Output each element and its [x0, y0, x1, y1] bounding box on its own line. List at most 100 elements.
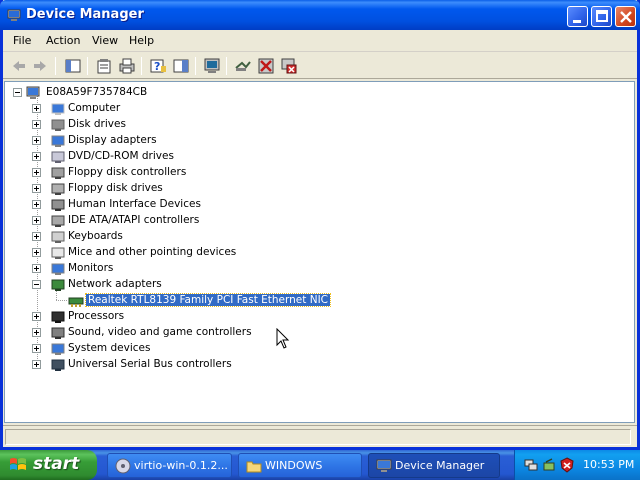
- hid-icon: [51, 199, 65, 211]
- expand-toggle[interactable]: [32, 360, 41, 369]
- tree-category-dvd-cd-rom-drives[interactable]: DVD/CD-ROM drives: [32, 149, 292, 165]
- category-label: Mice and other pointing devices: [68, 246, 237, 258]
- security-shield-tray-icon[interactable]: [559, 457, 575, 473]
- floppy-controller-icon: [51, 167, 65, 179]
- menu-view[interactable]: View: [92, 34, 118, 47]
- expand-toggle[interactable]: [32, 248, 41, 257]
- category-label: Processors: [68, 310, 125, 322]
- menu-file[interactable]: File: [13, 34, 31, 47]
- expand-toggle[interactable]: [32, 184, 41, 193]
- window-title: Device Manager: [26, 7, 144, 22]
- root-label: E08A59F735784CB: [46, 86, 148, 98]
- show-hide-tree-icon: [65, 59, 81, 73]
- category-label: System devices: [68, 342, 151, 354]
- show-hide-action-pane-button[interactable]: [171, 56, 191, 76]
- category-label: DVD/CD-ROM drives: [68, 150, 174, 162]
- tree-category-mice-and-other-pointing-devices[interactable]: Mice and other pointing devices: [32, 245, 292, 261]
- tree-category-network-adapters[interactable]: Network adapters: [32, 277, 292, 293]
- update-driver-icon: [204, 58, 220, 73]
- computer-root-icon: [26, 86, 40, 99]
- tree-category-universal-serial-bus-controllers[interactable]: Universal Serial Bus controllers: [32, 357, 292, 373]
- expand-toggle[interactable]: [32, 120, 41, 129]
- expand-toggle[interactable]: [32, 232, 41, 241]
- expand-toggle[interactable]: [32, 312, 41, 321]
- network-tray-icon[interactable]: [523, 457, 539, 473]
- expand-toggle[interactable]: [32, 104, 41, 113]
- expand-toggle[interactable]: [32, 344, 41, 353]
- scan-hardware-button[interactable]: [233, 56, 253, 76]
- back-icon: [13, 61, 25, 71]
- close-icon: [620, 11, 632, 23]
- start-button[interactable]: start: [0, 450, 97, 480]
- device-tree[interactable]: E08A59F735784CB Computer Disk drives Displ…: [4, 81, 635, 423]
- menu-help[interactable]: Help: [129, 34, 154, 47]
- tree-category-human-interface-devices[interactable]: Human Interface Devices: [32, 197, 292, 213]
- tree-category-monitors[interactable]: Monitors: [32, 261, 292, 277]
- expand-toggle[interactable]: [32, 200, 41, 209]
- mouse-icon: [51, 247, 65, 259]
- disk-drive-icon: [51, 119, 65, 131]
- category-label: Display adapters: [68, 134, 157, 146]
- task-windows-folder[interactable]: WINDOWS: [238, 453, 362, 478]
- keyboard-icon: [51, 231, 65, 243]
- disable-icon: [258, 58, 274, 74]
- disable-button[interactable]: [256, 56, 276, 76]
- task-device-manager[interactable]: Device Manager: [368, 453, 500, 478]
- category-label: Universal Serial Bus controllers: [68, 358, 232, 370]
- uninstall-button[interactable]: [279, 56, 299, 76]
- expand-toggle[interactable]: [32, 152, 41, 161]
- print-icon: [119, 58, 135, 74]
- safely-remove-tray-icon[interactable]: [541, 457, 557, 473]
- tree-device-realtek-nic[interactable]: Realtek RTL8139 Family PCI Fast Ethernet…: [50, 293, 350, 309]
- collapse-toggle[interactable]: [32, 280, 41, 289]
- task-label: Device Manager: [395, 459, 485, 472]
- tree-category-sound-video-and-game-controllers[interactable]: Sound, video and game controllers: [32, 325, 292, 341]
- minimize-icon: [573, 20, 581, 23]
- tree-category-display-adapters[interactable]: Display adapters: [32, 133, 292, 149]
- forward-button[interactable]: [30, 56, 50, 76]
- tree-category-floppy-disk-controllers[interactable]: Floppy disk controllers: [32, 165, 292, 181]
- taskbar: start virtio-win-0.1.2... WINDOWS Device…: [0, 450, 640, 480]
- expand-toggle[interactable]: [32, 168, 41, 177]
- maximize-button[interactable]: [591, 6, 612, 27]
- collapse-toggle[interactable]: [13, 88, 22, 97]
- properties-icon: [97, 59, 111, 74]
- tree-category-computer[interactable]: Computer: [32, 101, 292, 117]
- scan-hardware-icon: [235, 61, 251, 71]
- help-button[interactable]: ?: [148, 56, 168, 76]
- expand-toggle[interactable]: [32, 216, 41, 225]
- tree-category-keyboards[interactable]: Keyboards: [32, 229, 292, 245]
- minimize-button[interactable]: [567, 6, 588, 27]
- processor-icon: [51, 311, 65, 323]
- device-manager-icon: [376, 459, 392, 472]
- expand-toggle[interactable]: [32, 264, 41, 273]
- menu-action[interactable]: Action: [46, 34, 80, 47]
- tree-category-floppy-disk-drives[interactable]: Floppy disk drives: [32, 181, 292, 197]
- print-button[interactable]: [117, 56, 137, 76]
- category-label: Floppy disk controllers: [68, 166, 187, 178]
- windows-flag-icon: [10, 458, 26, 470]
- usb-icon: [51, 359, 65, 371]
- tree-category-disk-drives[interactable]: Disk drives: [32, 117, 292, 133]
- task-label: virtio-win-0.1.2...: [134, 459, 228, 472]
- tree-category-processors[interactable]: Processors: [32, 309, 292, 325]
- task-virtio[interactable]: virtio-win-0.1.2...: [107, 453, 232, 478]
- cdrom-icon: [51, 151, 65, 163]
- uninstall-icon: [281, 58, 297, 74]
- properties-button[interactable]: [94, 56, 114, 76]
- category-label: Human Interface Devices: [68, 198, 201, 210]
- expand-toggle[interactable]: [32, 328, 41, 337]
- update-driver-button[interactable]: [202, 56, 222, 76]
- tree-root[interactable]: E08A59F735784CB: [13, 85, 213, 101]
- close-button[interactable]: [615, 6, 636, 27]
- show-hide-tree-button[interactable]: [63, 56, 83, 76]
- title-bar[interactable]: Device Manager: [0, 0, 640, 30]
- back-button[interactable]: [9, 56, 29, 76]
- tree-category-system-devices[interactable]: System devices: [32, 341, 292, 357]
- computer-icon: [51, 103, 65, 115]
- help-icon: ?: [150, 59, 166, 73]
- tree-category-ide-ata-atapi-controllers[interactable]: IDE ATA/ATAPI controllers: [32, 213, 292, 229]
- show-hide-action-pane-icon: [173, 59, 189, 73]
- expand-toggle[interactable]: [32, 136, 41, 145]
- category-label: Floppy disk drives: [68, 182, 163, 194]
